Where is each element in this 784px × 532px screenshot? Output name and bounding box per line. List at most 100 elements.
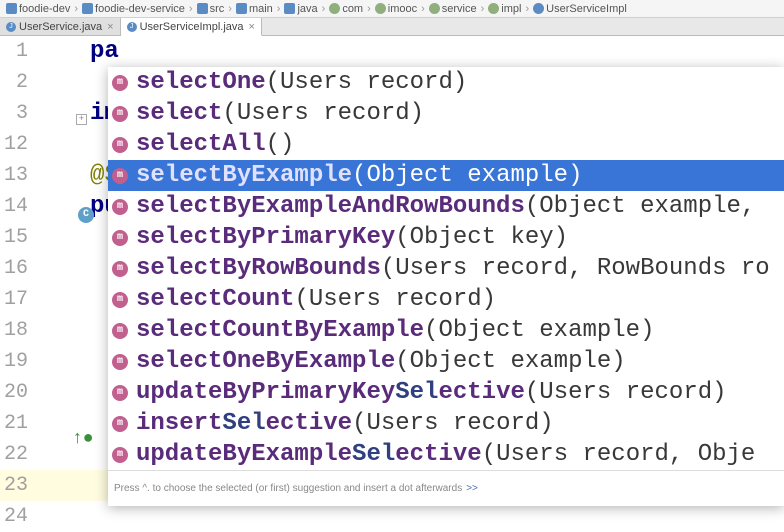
breadcrumb-label: impl <box>501 3 521 15</box>
breadcrumb-label: service <box>442 3 477 15</box>
close-icon[interactable]: × <box>107 21 113 33</box>
completion-item[interactable]: mselectByExampleAndRowBounds(Object exam… <box>108 191 784 222</box>
completion-name: selectOne <box>136 67 266 98</box>
method-icon: m <box>112 230 128 246</box>
class-icon <box>533 3 544 14</box>
method-icon: m <box>112 168 128 184</box>
completion-item[interactable]: minsertSelective(Users record) <box>108 408 784 439</box>
editor-tab[interactable]: JUserService.java × <box>0 18 121 35</box>
method-icon: m <box>112 199 128 215</box>
completion-item[interactable]: mselect(Users record) <box>108 98 784 129</box>
method-icon: m <box>112 416 128 432</box>
breadcrumb-label: src <box>210 3 225 15</box>
completion-params: (Object key) <box>395 222 568 253</box>
completion-name: selectByExample <box>136 160 352 191</box>
completion-item[interactable]: mselectOneByExample(Object example) <box>108 346 784 377</box>
editor-tabs: JUserService.java× JUserServiceImpl.java… <box>0 18 784 36</box>
completion-params: (Object example) <box>395 346 625 377</box>
breadcrumb-item[interactable]: src <box>195 3 227 15</box>
tab-label: UserService.java <box>19 21 102 33</box>
completion-name: selectByRowBounds <box>136 253 381 284</box>
editor-tab[interactable]: JUserServiceImpl.java × <box>121 18 262 36</box>
completion-params: (Users record) <box>266 67 468 98</box>
close-icon[interactable]: × <box>249 21 255 33</box>
completion-item-selected[interactable]: m selectByExample(Object example) <box>108 160 784 191</box>
breadcrumb-label: java <box>297 3 317 15</box>
package-icon <box>329 3 340 14</box>
breadcrumb-label: UserServiceImpl <box>546 3 627 15</box>
completion-params: (Users record, RowBounds ro <box>381 253 770 284</box>
package-icon <box>375 3 386 14</box>
run-marker-icon[interactable]: ↑● <box>72 424 94 455</box>
folder-icon <box>82 3 93 14</box>
completion-hint-link[interactable]: >> <box>466 473 478 504</box>
completion-params: (Users record, Obje <box>482 439 756 470</box>
breadcrumb-bar: foodie-dev› foodie-dev-service› src› mai… <box>0 0 784 18</box>
completion-name: selectByPrimaryKey <box>136 222 395 253</box>
line-number: 18 <box>0 315 36 346</box>
package-icon <box>429 3 440 14</box>
java-icon: J <box>6 22 16 32</box>
package-icon <box>488 3 499 14</box>
breadcrumb-item[interactable]: java <box>282 3 319 15</box>
completion-item[interactable]: m selectCountByExample(Object example) <box>108 315 784 346</box>
code-editor[interactable]: 1pa 2 3+im 12 13@S 14Cpu 15 16 17 18 19 … <box>0 36 784 503</box>
line-number: 20 <box>0 377 36 408</box>
breadcrumb-item[interactable]: com <box>327 3 365 15</box>
breadcrumb-item[interactable]: service <box>427 3 479 15</box>
completion-name: select <box>136 98 222 129</box>
completion-item[interactable]: m selectOne(Users record) <box>108 67 784 98</box>
completion-item[interactable]: mselectByRowBounds(Users record, RowBoun… <box>108 253 784 284</box>
completion-highlight: Sel <box>222 408 265 439</box>
completion-params: (Users record) <box>222 98 424 129</box>
class-marker-icon[interactable]: C <box>78 207 94 223</box>
line-number: 19 <box>0 346 36 377</box>
completion-name: updateByPrimaryKey <box>136 377 395 408</box>
fold-icon[interactable]: + <box>76 114 87 125</box>
completion-name: selectByExampleAndRowBounds <box>136 191 525 222</box>
breadcrumb-item[interactable]: impl <box>486 3 523 15</box>
line-number: 24 <box>0 501 36 532</box>
code-fragment: pa <box>90 38 119 65</box>
completion-item[interactable]: mselectAll() <box>108 129 784 160</box>
breadcrumb-label: main <box>249 3 273 15</box>
completion-name: updateByExample <box>136 439 352 470</box>
line-number: 13 <box>0 160 36 191</box>
tab-label: UserServiceImpl.java <box>140 21 244 33</box>
breadcrumb-label: imooc <box>388 3 417 15</box>
breadcrumb-item[interactable]: foodie-dev <box>4 3 72 15</box>
completion-rest: ective <box>266 408 352 439</box>
line-number: 2 <box>0 67 36 98</box>
method-icon: m <box>112 354 128 370</box>
completion-params: (Object example) <box>424 315 654 346</box>
breadcrumb-item[interactable]: foodie-dev-service <box>80 3 187 15</box>
line-number: 22 <box>0 439 36 470</box>
line-number: 3 <box>0 98 36 129</box>
method-icon: m <box>112 106 128 122</box>
java-icon: J <box>127 22 137 32</box>
completion-name: selectAll <box>136 129 266 160</box>
breadcrumb-item[interactable]: main <box>234 3 275 15</box>
completion-rest: ective <box>395 439 481 470</box>
line-number: 14 <box>0 191 36 222</box>
completion-params: (Object example) <box>352 160 582 191</box>
completion-item[interactable]: m selectByPrimaryKey(Object key) <box>108 222 784 253</box>
completion-item[interactable]: mupdateByPrimaryKeySelective(Users recor… <box>108 377 784 408</box>
line-number: 21 <box>0 408 36 439</box>
line-number: 16 <box>0 253 36 284</box>
method-icon: m <box>112 75 128 91</box>
breadcrumb-item[interactable]: UserServiceImpl <box>531 3 629 15</box>
breadcrumb-label: foodie-dev-service <box>95 3 185 15</box>
method-icon: m <box>112 323 128 339</box>
completion-hint-text: Press ^. to choose the selected (or firs… <box>114 473 462 504</box>
line-number: 1 <box>0 36 36 67</box>
completion-item[interactable]: mselectCount(Users record) <box>108 284 784 315</box>
method-icon: m <box>112 385 128 401</box>
completion-name: insert <box>136 408 222 439</box>
completion-name: selectCountByExample <box>136 315 424 346</box>
completion-popup: mselectOne(Users record) mselect(Users r… <box>108 67 784 506</box>
completion-item[interactable]: mupdateByExampleSelective(Users record, … <box>108 439 784 470</box>
method-icon: m <box>112 447 128 463</box>
completion-params: (Users record) <box>294 284 496 315</box>
breadcrumb-item[interactable]: imooc <box>373 3 419 15</box>
